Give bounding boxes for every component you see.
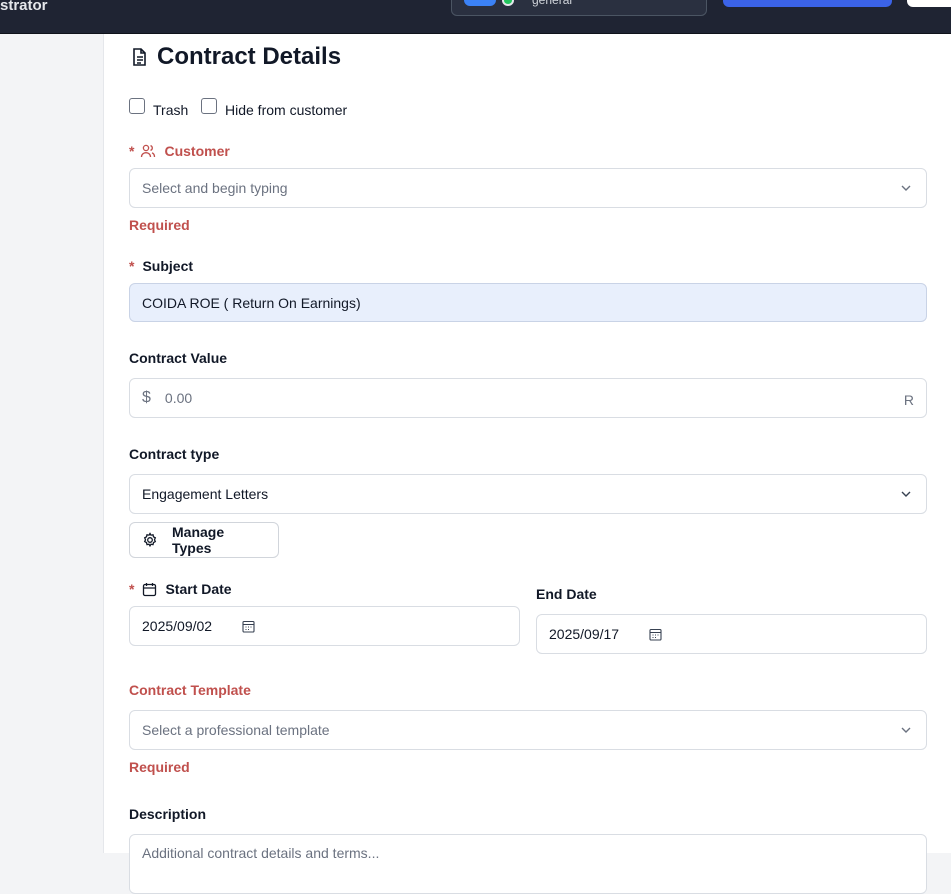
contract-value-input[interactable]: $ 0.00 R [129,378,927,418]
calendar-icon [142,582,157,597]
contract-template-error: Required [129,759,190,775]
currency-symbol: $ [142,389,151,406]
start-date-input[interactable]: 2025/09/02 [129,606,520,646]
end-date-label: End Date [536,586,597,602]
hide-customer-checkbox-row[interactable]: Hide from customer [201,98,347,118]
workspace-toggle[interactable] [464,0,496,6]
contract-type-selected: Engagement Letters [142,486,269,502]
sidebar [0,34,103,853]
calendar-picker-icon[interactable] [649,628,662,641]
user-role-label: strator [0,0,48,14]
trash-label: Trash [153,102,189,118]
contract-value-label: Contract Value [129,350,228,366]
chevron-down-icon [901,185,911,191]
currency-suffix: R [903,392,914,408]
document-icon [129,47,149,67]
top-bar: strator general [0,0,951,34]
manage-types-button[interactable]: Manage Types [129,522,279,558]
workspace-label: general [532,0,573,7]
contract-type-select[interactable]: Engagement Letters [129,474,927,514]
contract-template-placeholder: Select a professional template [142,722,330,738]
primary-action-button[interactable] [723,0,892,7]
contract-type-label: Contract type [129,446,220,462]
contract-value-placeholder: 0.00 [164,390,193,406]
customer-error: Required [129,217,190,233]
page-title: Contract Details [129,43,341,71]
hide-from-customer-label: Hide from customer [225,102,348,118]
start-date-value: 2025/09/02 [142,618,213,634]
customer-label-row: * Customer [129,143,230,159]
gear-icon [142,532,158,548]
subject-label-row: * Subject [129,258,193,274]
start-date-label-row: * Start Date [129,581,232,597]
trash-checkbox[interactable] [129,98,145,114]
customer-label: Customer [164,143,230,159]
subject-value: COIDA ROE ( Return On Earnings) [142,294,361,311]
secondary-action-button[interactable] [907,0,951,7]
required-asterisk: * [129,143,135,159]
required-asterisk: * [129,581,135,597]
chevron-down-icon [901,491,911,497]
contract-form-panel: Contract Details Trash Hide from custome… [103,34,951,894]
online-status-dot [502,0,514,6]
workspace-switcher[interactable]: general [451,0,707,16]
subject-input[interactable]: COIDA ROE ( Return On Earnings) [129,283,927,322]
start-date-label: Start Date [165,581,232,597]
description-label: Description [129,806,207,822]
chevron-down-icon [901,727,911,733]
customer-placeholder: Select and begin typing [142,180,288,196]
contract-template-select[interactable]: Select a professional template [129,710,927,750]
page-title-text: Contract Details [157,43,342,70]
required-asterisk: * [129,258,135,274]
customer-select[interactable]: Select and begin typing [129,168,927,208]
subject-label: Subject [142,258,194,274]
hide-from-customer-checkbox[interactable] [201,98,217,114]
calendar-picker-icon[interactable] [242,620,255,633]
users-icon [140,143,156,159]
contract-template-label: Contract Template [129,682,251,698]
end-date-input[interactable]: 2025/09/17 [536,614,927,654]
description-textarea[interactable]: Additional contract details and terms... [129,834,927,894]
trash-checkbox-row[interactable]: Trash [129,98,188,118]
end-date-value: 2025/09/17 [549,626,620,642]
manage-types-label: Manage Types [172,524,225,556]
description-placeholder: Additional contract details and terms... [142,845,380,861]
